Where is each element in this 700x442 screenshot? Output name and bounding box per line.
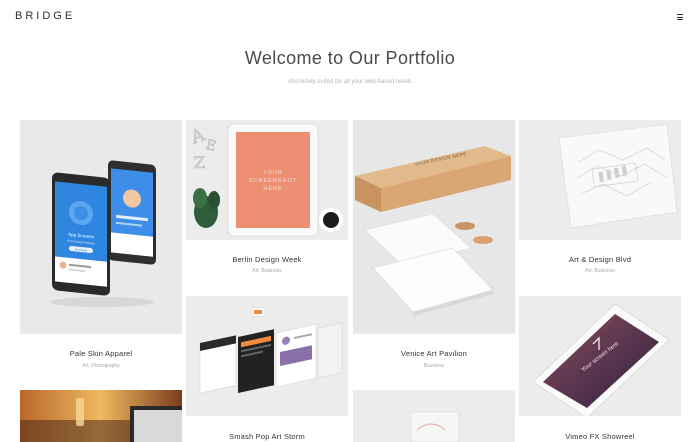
portfolio-thumbnail[interactable]	[353, 390, 515, 442]
portfolio-item-category: Art, Business	[585, 268, 615, 274]
page-title: Welcome to Our Portfolio	[244, 48, 456, 68]
portfolio-item-title[interactable]: Vimeo FX Showreel	[519, 432, 681, 441]
tablet-screen-text-line-3: HERE	[263, 186, 282, 192]
portfolio-item-title[interactable]: Pale Skin Apparel	[20, 349, 182, 358]
portfolio-thumbnail[interactable]: App Screens Pure Design Mockup Download	[20, 120, 182, 334]
tablet-screen-text-line-2: SCREENSHOT	[249, 178, 297, 184]
page-subtitle: Absolutely suited for all your web-based…	[287, 79, 413, 85]
portfolio-item-partial-bottom-left[interactable]	[20, 390, 182, 442]
portfolio-thumbnail[interactable]	[20, 390, 182, 442]
sketch-mockup-image	[353, 390, 515, 442]
cafe-photo-image	[20, 390, 182, 442]
portfolio-item-category: Business	[423, 363, 445, 369]
hamburger-icon[interactable]	[677, 14, 683, 20]
portfolio-item-title[interactable]: Venice Art Pavilion	[353, 349, 515, 358]
portfolio-item-title[interactable]: Berlin Design Week	[186, 255, 348, 264]
portfolio-thumbnail[interactable]: Your screen here	[519, 296, 681, 416]
portfolio-item-venice-art-pavilion[interactable]: YOUR DESIGN HERE Venice Art Pavilion Bus…	[353, 120, 515, 380]
portfolio-thumbnail[interactable]: A E Z M YOUR SCREENSHOT HERE	[186, 120, 348, 240]
portfolio-item-pale-skin-apparel[interactable]: App Screens Pure Design Mockup Download …	[20, 120, 182, 380]
portfolio-item-art-design-blvd[interactable]: Art & Design Blvd Art, Business	[519, 120, 681, 292]
tablet-mockup-image: A E Z M YOUR SCREENSHOT HERE	[186, 120, 348, 240]
brand-logo[interactable]: BRIDGE	[15, 10, 75, 22]
portfolio-item-berlin-design-week[interactable]: A E Z M YOUR SCREENSHOT HERE Berlin Desi…	[186, 120, 348, 292]
tablet-screen-text-line-1: YOUR	[263, 170, 283, 176]
portfolio-thumbnail[interactable]	[186, 296, 348, 416]
portfolio-thumbnail[interactable]	[519, 120, 681, 240]
portfolio-item-vimeo-fx-showreel[interactable]: Your screen here Vimeo FX Showreel	[519, 296, 681, 442]
portfolio-item-title[interactable]: Smash Pop Art Storm	[186, 432, 348, 441]
paper-mockup-image	[519, 120, 681, 240]
ipad-mockup-image: Your screen here	[519, 296, 681, 416]
screens-mockup-image	[186, 296, 348, 416]
portfolio-item-partial-bottom-center[interactable]	[353, 390, 515, 442]
portfolio-item-title[interactable]: Art & Design Blvd	[519, 255, 681, 264]
top-header: BRIDGE	[0, 0, 700, 36]
stationery-mockup-image: YOUR DESIGN HERE	[353, 120, 515, 334]
portfolio-item-category: Art, Photography	[82, 363, 120, 369]
phones-mockup-image: App Screens Pure Design Mockup Download	[50, 160, 156, 307]
portfolio-item-smash-pop-art-storm[interactable]: Smash Pop Art Storm	[186, 296, 348, 442]
portfolio-item-category: Art, Business	[252, 268, 282, 274]
portfolio-thumbnail[interactable]: YOUR DESIGN HERE	[353, 120, 515, 334]
svg-text:Z: Z	[194, 153, 205, 172]
